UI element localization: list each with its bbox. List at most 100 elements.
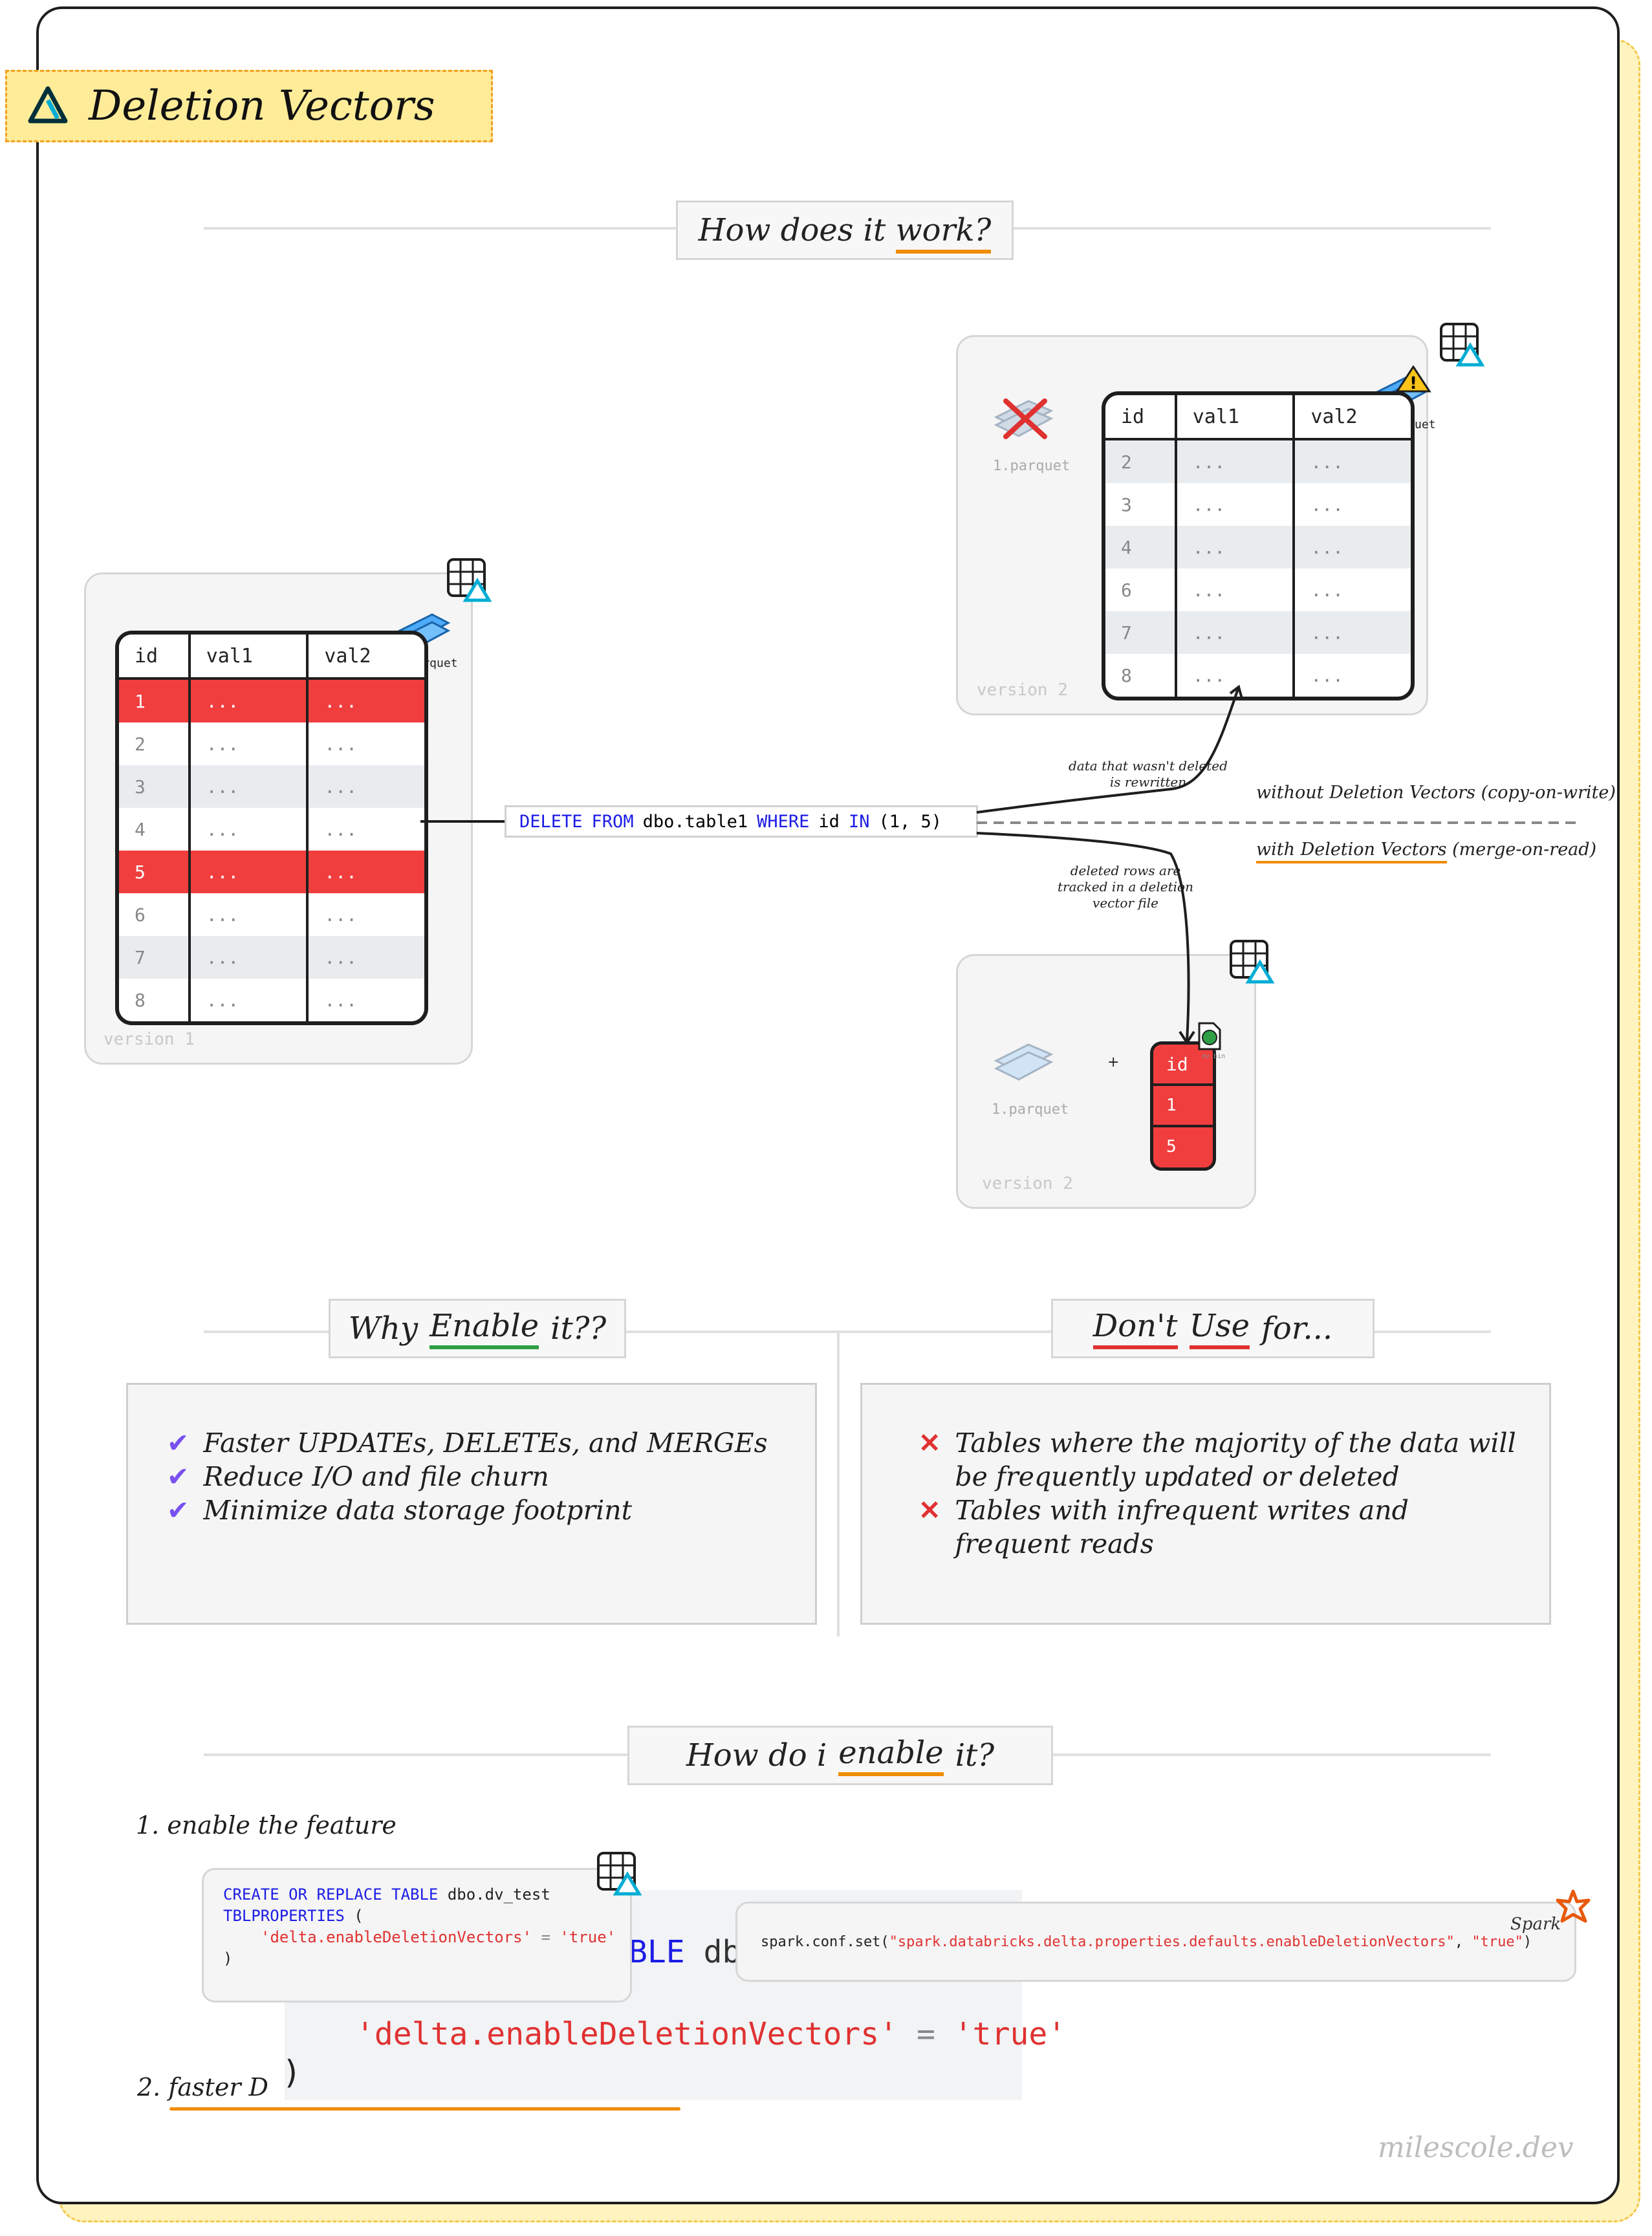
table-version-2: id val1 val2 2...... 3...... 4...... 6..… [1102,391,1415,700]
cell: ... [188,893,307,936]
cell: 7 [135,946,146,968]
table-version-1: id val1 val2 1...... 2...... 3...... 4..… [115,631,428,1025]
sql-column: id [818,811,840,832]
overlay-close-paren: ) [282,2054,302,2091]
item-text: Tables where the majority of the data wi… [955,1427,1516,1492]
cell: ... [306,979,424,1021]
with-dv-label: with Deletion Vectors (merge-on-read) [1256,840,1596,863]
cell: ... [1292,611,1411,654]
annotation-line: tracked in a deletion [1058,879,1193,895]
cell: 1 [135,690,146,712]
cross-icon: ✕ [918,1427,941,1459]
cell: 4 [1121,536,1132,558]
column-header: val1 [188,635,307,677]
overlay-keyword: BLE [629,1934,685,1970]
parquet-file-label: 1.parquet [992,1102,1069,1118]
code-line: ) [223,1949,233,1968]
list-item: ✔ Minimize data storage footprint [167,1493,801,1527]
step-2-text: 2. faster D [137,2073,269,2101]
table-row: 8...... [119,979,424,1021]
list-item: ✔ Reduce I/O and file churn [167,1460,801,1493]
spark-code-card: spark.conf.set("spark.databricks.delta.p… [735,1902,1576,1982]
header-text: Why [348,1310,418,1347]
section-header-why: Why Enable it?? [329,1299,626,1358]
code-keyword: TBLPROPERTIES [223,1907,345,1925]
code-call: spark.conf.set( [761,1933,889,1950]
sql-keyword: IN [848,811,870,832]
rewritten-annotation: data that wasn't deleted is rewritten [1048,758,1248,790]
column-header: id [135,644,158,668]
item-text: Tables with infrequent writes and freque… [955,1495,1409,1559]
cell: ... [1174,526,1293,569]
check-icon: ✔ [167,1495,190,1526]
page-title: Deletion Vectors [89,82,435,130]
overlay-line: 'delta.enableDeletionVectors' = 'true' [356,2016,1066,2052]
table-row: 1...... [119,680,424,722]
table-row: 6...... [1105,569,1411,611]
cell: ... [1292,440,1411,483]
sql-values: (1, 5) [878,811,942,832]
table-row: 3...... [119,765,424,808]
cell: ... [1292,526,1411,569]
cell: ... [1174,483,1293,526]
annotation-line: deleted rows are [1070,863,1181,878]
cell: ... [1292,483,1411,526]
sql-keyword: FROM [591,811,634,832]
list-item: ✔ Faster UPDATEs, DELETEs, and MERGEs [167,1426,801,1460]
dv-row: 5 [1166,1137,1177,1156]
table-row: 2...... [119,722,424,765]
annotation-line: is rewritten [1109,774,1187,790]
tracked-annotation: deleted rows are tracked in a deletion v… [1041,863,1210,911]
code-eq: = [541,1928,550,1946]
table-header-row: id val1 val2 [119,635,424,680]
cell: ... [188,851,307,893]
code-line: 'delta.enableDeletionVectors' = 'true' [223,1927,630,1948]
version-label: version 2 [982,1174,1073,1193]
column-header: val2 [306,635,424,677]
table-row: 6...... [119,893,424,936]
sql-code-card: CREATE OR REPLACE TABLE dbo.dv_test TBLP… [202,1868,632,2003]
header-text: How does it work? [699,212,992,254]
table-header-row: id val1 val2 [1105,395,1411,440]
annotation-line: vector file [1092,895,1158,911]
table-row: 2...... [1105,440,1411,483]
header-text: How do i [686,1737,827,1774]
step-2-underline [169,2107,680,2111]
cell: 2 [135,733,146,755]
cell: ... [306,680,424,722]
cell: 8 [135,989,146,1011]
code-table: dbo.dv_test [447,1885,550,1904]
with-dv-underlined: with Deletion Vectors [1256,840,1447,863]
code-string: "true" [1472,1933,1523,1950]
list-item: ✕ Tables where the majority of the data w… [918,1426,1527,1493]
header-underlined: Enable [429,1308,539,1349]
code-string: "spark.databricks.delta.properties.defau… [889,1933,1455,1950]
item-text: Minimize data storage footprint [203,1495,633,1526]
section-header-how-work: How does it work? [676,201,1014,260]
header-underlined: Use [1189,1308,1250,1349]
why-list: ✔ Faster UPDATEs, DELETEs, and MERGEs ✔ Re… [167,1426,801,1527]
cell: 3 [1121,494,1132,516]
code-keyword: TABLE [391,1885,439,1904]
code-keyword: REPLACE [316,1885,382,1904]
code-line: CREATE OR REPLACE TABLE dbo.dv_test [223,1884,630,1905]
deleted-parquet-icon [994,398,1054,439]
title-banner: Deletion Vectors [5,70,493,142]
connector-line [420,820,506,823]
delta-table-icon [447,558,492,602]
item-text: Faster UPDATEs, DELETEs, and MERGEs [203,1427,768,1459]
cell: ... [306,851,424,893]
section-header-how-enable: How do i enable it? [627,1726,1053,1785]
footer-credit: milescole.dev [1378,2131,1574,2164]
overlay-string: 'delta.enableDeletionVectors' [356,2016,898,2052]
code-paren: ( [354,1907,364,1925]
delta-logo-icon [28,86,68,124]
cell: 2 [1121,451,1132,473]
table-row: 7...... [1105,611,1411,654]
sql-table: dbo.table1 [642,811,748,832]
cell: ... [306,893,424,936]
cell: ... [188,808,307,851]
annotation-line: data that wasn't deleted [1069,758,1228,774]
table-row: 3...... [1105,483,1411,526]
table-row: 4...... [1105,526,1411,569]
